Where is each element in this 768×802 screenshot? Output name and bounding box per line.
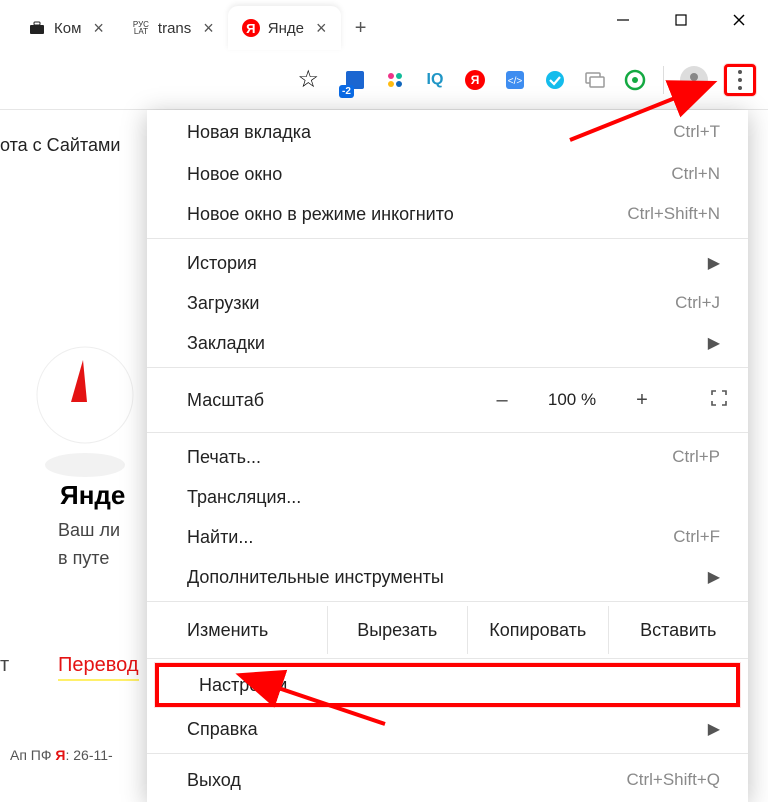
zoom-out-button[interactable]: – [492,389,512,412]
ruslat-icon: РУСLAT [132,19,150,37]
new-tab-button[interactable]: + [341,8,381,48]
chevron-right-icon: ▶ [708,567,720,587]
edit-label: Изменить [147,606,328,654]
menu-shortcut: Ctrl+F [673,527,720,547]
menu-label: Дополнительные инструменты [187,567,444,588]
yandex-subtitle-2: в путе [58,548,109,569]
tab-strip: Ком × РУСLAT trans × Я Янде × + [0,6,560,50]
ap-prefix: Ап ПФ [10,747,55,763]
extension-screens-icon[interactable] [583,68,607,92]
ap-rest: : 26-11- [65,747,112,763]
extension-record-icon[interactable] [623,68,647,92]
menu-label: Закладки [187,333,265,354]
tab-2-title: trans [158,20,191,37]
svg-text:</>: </> [508,76,523,87]
menu-item-new-window[interactable]: Новое окно Ctrl+N [147,154,748,194]
menu-label: Трансляция... [187,487,301,508]
menu-separator [147,432,748,433]
menu-item-downloads[interactable]: Загрузки Ctrl+J [147,283,748,323]
menu-item-history[interactable]: История ▶ [147,243,748,283]
menu-label: Новое окно [187,164,282,185]
menu-item-more-tools[interactable]: Дополнительные инструменты ▶ [147,557,748,597]
menu-separator [147,367,748,368]
ap-text: Ап ПФ Я: 26-11- [10,747,113,763]
main-menu-dropdown: Новая вкладка Ctrl+T Новое окно Ctrl+N Н… [147,110,748,802]
close-icon[interactable]: × [316,18,327,39]
maximize-button[interactable] [652,0,710,40]
menu-shortcut: Ctrl+Shift+N [627,204,720,224]
close-icon[interactable]: × [93,18,104,39]
bookmark-star-icon[interactable]: ☆ [297,65,319,94]
menu-shortcut: Ctrl+J [675,293,720,313]
main-menu-button[interactable] [724,64,756,96]
menu-label: Новая вкладка [187,122,311,143]
tab-3-title: Янде [268,20,304,37]
chevron-right-icon: ▶ [708,719,720,739]
extension-badge-icon[interactable]: -2 [343,68,367,92]
menu-separator [147,753,748,754]
copy-button[interactable]: Копировать [468,606,609,654]
menu-item-new-tab[interactable]: Новая вкладка Ctrl+T [147,110,748,154]
tab-3[interactable]: Я Янде × [228,6,341,50]
menu-label: Настройки [199,675,287,696]
yandex-logo [35,340,135,440]
menu-shortcut: Ctrl+P [672,447,720,467]
page-link-sites[interactable]: ота с Сайтами [0,135,120,156]
menu-label: Печать... [187,447,261,468]
zoom-value: 100 % [542,390,602,410]
menu-label: Найти... [187,527,253,548]
zoom-in-button[interactable]: + [632,389,652,412]
menu-item-find[interactable]: Найти... Ctrl+F [147,517,748,557]
menu-label: Загрузки [187,293,259,314]
menu-item-bookmarks[interactable]: Закладки ▶ [147,323,748,363]
toolbar: ☆ -2 IQ Я </> [0,50,768,110]
menu-item-zoom: Масштаб – 100 % + [147,372,748,428]
paste-button[interactable]: Вставить [609,606,749,654]
extension-code-icon[interactable]: </> [503,68,527,92]
menu-label: Новое окно в режиме инкогнито [187,204,454,225]
chevron-right-icon: ▶ [708,253,720,273]
menu-item-settings[interactable]: Настройки [155,663,740,707]
page-text-t: т [0,654,9,677]
menu-item-help[interactable]: Справка ▶ [147,709,748,749]
fullscreen-icon[interactable] [710,389,728,412]
briefcase-icon [28,19,46,37]
close-window-button[interactable] [710,0,768,40]
menu-label: История [187,253,257,274]
ap-brand: Я [55,747,65,763]
extension-badge: -2 [339,85,354,98]
extension-yandex-icon[interactable]: Я [463,68,487,92]
menu-separator [147,658,748,659]
yandex-icon: Я [242,19,260,37]
menu-label: Выход [187,770,241,791]
tab-2[interactable]: РУСLAT trans × [118,6,228,50]
menu-item-print[interactable]: Печать... Ctrl+P [147,437,748,477]
close-icon[interactable]: × [203,18,214,39]
translate-link[interactable]: Перевод [58,654,139,681]
cut-button[interactable]: Вырезать [328,606,469,654]
minimize-button[interactable] [594,0,652,40]
avatar-icon[interactable] [680,66,708,94]
menu-item-exit[interactable]: Выход Ctrl+Shift+Q [147,758,748,802]
menu-item-edit-row: Изменить Вырезать Копировать Вставить [147,606,748,654]
toolbar-divider [663,66,664,94]
extension-iq-icon[interactable]: IQ [423,68,447,92]
yandex-subtitle-1: Ваш ли [58,520,120,541]
extension-check-icon[interactable] [543,68,567,92]
menu-shortcut: Ctrl+T [673,122,720,142]
window-controls [594,0,768,40]
extension-colors-icon[interactable] [383,68,407,92]
yandex-title: Янде [60,480,125,511]
menu-separator [147,238,748,239]
tab-1-title: Ком [54,20,81,37]
tab-1[interactable]: Ком × [14,6,118,50]
menu-shortcut: Ctrl+Shift+Q [626,770,720,790]
menu-label: Справка [187,719,258,740]
menu-shortcut: Ctrl+N [671,164,720,184]
menu-item-cast[interactable]: Трансляция... [147,477,748,517]
menu-item-incognito[interactable]: Новое окно в режиме инкогнито Ctrl+Shift… [147,194,748,234]
zoom-label: Масштаб [187,390,492,411]
menu-separator [147,601,748,602]
chevron-right-icon: ▶ [708,333,720,353]
